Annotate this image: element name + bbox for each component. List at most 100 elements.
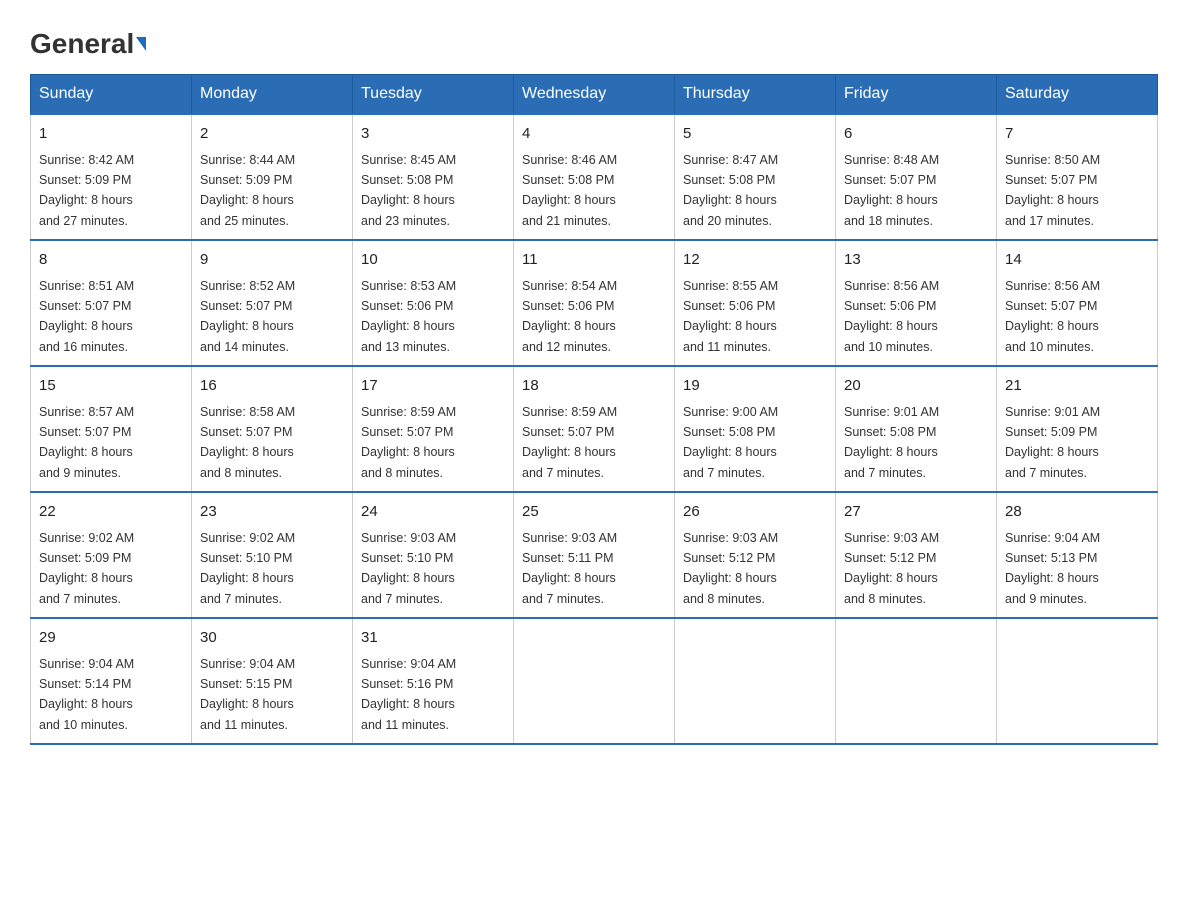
day-number: 26 [683,501,827,524]
day-info: Sunrise: 8:59 AMSunset: 5:07 PMDaylight:… [361,405,456,480]
day-number: 25 [522,501,666,524]
day-info: Sunrise: 9:03 AMSunset: 5:10 PMDaylight:… [361,531,456,606]
day-number: 7 [1005,123,1149,146]
day-number: 28 [1005,501,1149,524]
calendar-cell: 1 Sunrise: 8:42 AMSunset: 5:09 PMDayligh… [31,114,192,240]
calendar-cell: 30 Sunrise: 9:04 AMSunset: 5:15 PMDaylig… [192,618,353,744]
day-number: 31 [361,627,505,650]
day-info: Sunrise: 9:03 AMSunset: 5:12 PMDaylight:… [683,531,778,606]
day-info: Sunrise: 8:56 AMSunset: 5:07 PMDaylight:… [1005,279,1100,354]
day-info: Sunrise: 8:42 AMSunset: 5:09 PMDaylight:… [39,153,134,228]
day-info: Sunrise: 8:54 AMSunset: 5:06 PMDaylight:… [522,279,617,354]
calendar-cell: 27 Sunrise: 9:03 AMSunset: 5:12 PMDaylig… [836,492,997,618]
calendar-cell: 11 Sunrise: 8:54 AMSunset: 5:06 PMDaylig… [514,240,675,366]
day-number: 6 [844,123,988,146]
day-info: Sunrise: 9:01 AMSunset: 5:08 PMDaylight:… [844,405,939,480]
day-info: Sunrise: 9:03 AMSunset: 5:12 PMDaylight:… [844,531,939,606]
day-info: Sunrise: 9:03 AMSunset: 5:11 PMDaylight:… [522,531,617,606]
calendar-cell: 6 Sunrise: 8:48 AMSunset: 5:07 PMDayligh… [836,114,997,240]
day-info: Sunrise: 8:53 AMSunset: 5:06 PMDaylight:… [361,279,456,354]
calendar-table: SundayMondayTuesdayWednesdayThursdayFrid… [30,74,1158,745]
page-header: General [20,20,1168,54]
calendar-cell: 13 Sunrise: 8:56 AMSunset: 5:06 PMDaylig… [836,240,997,366]
calendar-cell: 25 Sunrise: 9:03 AMSunset: 5:11 PMDaylig… [514,492,675,618]
day-info: Sunrise: 9:02 AMSunset: 5:09 PMDaylight:… [39,531,134,606]
day-number: 17 [361,375,505,398]
calendar-cell: 9 Sunrise: 8:52 AMSunset: 5:07 PMDayligh… [192,240,353,366]
day-info: Sunrise: 9:01 AMSunset: 5:09 PMDaylight:… [1005,405,1100,480]
day-number: 10 [361,249,505,272]
calendar-cell: 22 Sunrise: 9:02 AMSunset: 5:09 PMDaylig… [31,492,192,618]
day-info: Sunrise: 8:50 AMSunset: 5:07 PMDaylight:… [1005,153,1100,228]
calendar-cell: 17 Sunrise: 8:59 AMSunset: 5:07 PMDaylig… [353,366,514,492]
day-info: Sunrise: 9:00 AMSunset: 5:08 PMDaylight:… [683,405,778,480]
calendar-cell: 26 Sunrise: 9:03 AMSunset: 5:12 PMDaylig… [675,492,836,618]
calendar-cell: 12 Sunrise: 8:55 AMSunset: 5:06 PMDaylig… [675,240,836,366]
day-number: 5 [683,123,827,146]
day-number: 30 [200,627,344,650]
calendar-cell: 3 Sunrise: 8:45 AMSunset: 5:08 PMDayligh… [353,114,514,240]
day-info: Sunrise: 8:59 AMSunset: 5:07 PMDaylight:… [522,405,617,480]
weekday-header-friday: Friday [836,75,997,115]
day-info: Sunrise: 8:51 AMSunset: 5:07 PMDaylight:… [39,279,134,354]
day-info: Sunrise: 9:02 AMSunset: 5:10 PMDaylight:… [200,531,295,606]
day-number: 4 [522,123,666,146]
day-info: Sunrise: 8:57 AMSunset: 5:07 PMDaylight:… [39,405,134,480]
weekday-header-wednesday: Wednesday [514,75,675,115]
day-info: Sunrise: 8:45 AMSunset: 5:08 PMDaylight:… [361,153,456,228]
day-number: 13 [844,249,988,272]
calendar-cell: 21 Sunrise: 9:01 AMSunset: 5:09 PMDaylig… [997,366,1158,492]
day-info: Sunrise: 8:47 AMSunset: 5:08 PMDaylight:… [683,153,778,228]
week-row-2: 8 Sunrise: 8:51 AMSunset: 5:07 PMDayligh… [31,240,1158,366]
calendar-cell: 16 Sunrise: 8:58 AMSunset: 5:07 PMDaylig… [192,366,353,492]
day-info: Sunrise: 9:04 AMSunset: 5:14 PMDaylight:… [39,657,134,732]
day-number: 27 [844,501,988,524]
logo: General [30,30,146,54]
calendar-cell: 29 Sunrise: 9:04 AMSunset: 5:14 PMDaylig… [31,618,192,744]
day-number: 9 [200,249,344,272]
calendar-cell [997,618,1158,744]
calendar-cell: 7 Sunrise: 8:50 AMSunset: 5:07 PMDayligh… [997,114,1158,240]
day-info: Sunrise: 9:04 AMSunset: 5:13 PMDaylight:… [1005,531,1100,606]
calendar-cell: 19 Sunrise: 9:00 AMSunset: 5:08 PMDaylig… [675,366,836,492]
day-number: 15 [39,375,183,398]
calendar-cell [675,618,836,744]
weekday-header-saturday: Saturday [997,75,1158,115]
week-row-5: 29 Sunrise: 9:04 AMSunset: 5:14 PMDaylig… [31,618,1158,744]
day-info: Sunrise: 8:44 AMSunset: 5:09 PMDaylight:… [200,153,295,228]
day-number: 11 [522,249,666,272]
calendar-cell [836,618,997,744]
day-info: Sunrise: 8:48 AMSunset: 5:07 PMDaylight:… [844,153,939,228]
day-number: 21 [1005,375,1149,398]
day-number: 8 [39,249,183,272]
calendar-cell: 2 Sunrise: 8:44 AMSunset: 5:09 PMDayligh… [192,114,353,240]
weekday-header-monday: Monday [192,75,353,115]
day-number: 12 [683,249,827,272]
day-info: Sunrise: 8:55 AMSunset: 5:06 PMDaylight:… [683,279,778,354]
weekday-header-row: SundayMondayTuesdayWednesdayThursdayFrid… [31,75,1158,115]
logo-triangle-icon [136,37,146,51]
calendar-cell: 10 Sunrise: 8:53 AMSunset: 5:06 PMDaylig… [353,240,514,366]
calendar-cell: 18 Sunrise: 8:59 AMSunset: 5:07 PMDaylig… [514,366,675,492]
day-number: 20 [844,375,988,398]
calendar-cell: 8 Sunrise: 8:51 AMSunset: 5:07 PMDayligh… [31,240,192,366]
calendar-cell: 31 Sunrise: 9:04 AMSunset: 5:16 PMDaylig… [353,618,514,744]
day-info: Sunrise: 9:04 AMSunset: 5:15 PMDaylight:… [200,657,295,732]
week-row-4: 22 Sunrise: 9:02 AMSunset: 5:09 PMDaylig… [31,492,1158,618]
day-number: 1 [39,123,183,146]
day-number: 29 [39,627,183,650]
calendar-cell: 14 Sunrise: 8:56 AMSunset: 5:07 PMDaylig… [997,240,1158,366]
calendar-cell: 28 Sunrise: 9:04 AMSunset: 5:13 PMDaylig… [997,492,1158,618]
week-row-3: 15 Sunrise: 8:57 AMSunset: 5:07 PMDaylig… [31,366,1158,492]
day-number: 14 [1005,249,1149,272]
calendar-cell: 15 Sunrise: 8:57 AMSunset: 5:07 PMDaylig… [31,366,192,492]
day-info: Sunrise: 9:04 AMSunset: 5:16 PMDaylight:… [361,657,456,732]
day-number: 23 [200,501,344,524]
week-row-1: 1 Sunrise: 8:42 AMSunset: 5:09 PMDayligh… [31,114,1158,240]
calendar-cell: 20 Sunrise: 9:01 AMSunset: 5:08 PMDaylig… [836,366,997,492]
day-info: Sunrise: 8:52 AMSunset: 5:07 PMDaylight:… [200,279,295,354]
day-number: 18 [522,375,666,398]
day-number: 19 [683,375,827,398]
day-number: 2 [200,123,344,146]
logo-general: General [30,30,146,58]
